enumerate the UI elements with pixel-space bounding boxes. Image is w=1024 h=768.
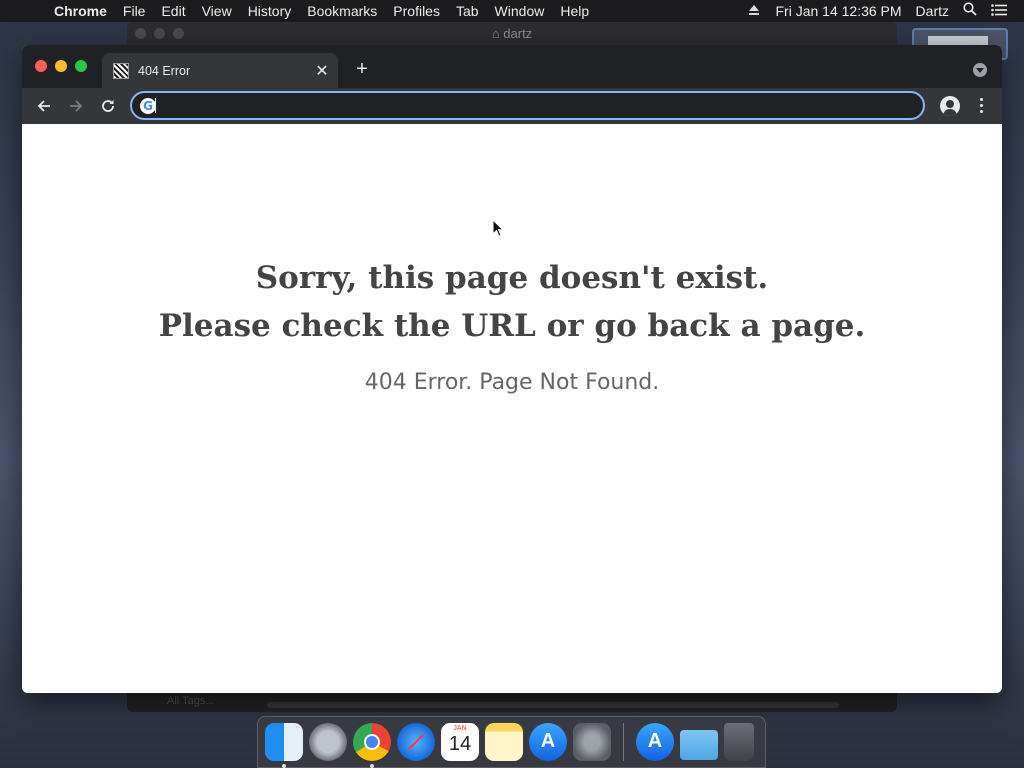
safari-icon[interactable]: [397, 723, 435, 761]
calendar-month: JAN: [453, 725, 467, 732]
user-name[interactable]: Dartz: [909, 0, 956, 22]
chrome-icon[interactable]: [353, 723, 391, 768]
error-headline-line2: Please check the URL or go back a page.: [158, 308, 866, 344]
app-store-download-icon[interactable]: A: [636, 723, 674, 761]
tab-strip: 404 Error ✕ +: [22, 45, 1002, 88]
launchpad-icon[interactable]: [309, 723, 347, 761]
menu-bar: Chrome File Edit View History Bookmarks …: [0, 0, 1024, 22]
error-subline: 404 Error. Page Not Found.: [364, 370, 660, 395]
menu-app-name[interactable]: Chrome: [46, 0, 115, 22]
more-menu-icon[interactable]: [980, 98, 984, 113]
reload-button[interactable]: [96, 94, 120, 118]
menu-window[interactable]: Window: [487, 0, 553, 22]
back-arrow-icon: [37, 100, 50, 112]
forward-arrow-icon: [70, 100, 83, 112]
notes-icon[interactable]: [485, 723, 523, 761]
favicon-icon: [113, 62, 129, 79]
trash-icon[interactable]: [724, 723, 754, 761]
notification-center-icon[interactable]: [984, 0, 1014, 22]
calendar-day: 14: [448, 733, 472, 755]
menu-help[interactable]: Help: [552, 0, 597, 22]
url-input[interactable]: [164, 96, 923, 115]
tab-active[interactable]: 404 Error ✕: [102, 53, 338, 88]
menu-tab[interactable]: Tab: [448, 0, 487, 22]
back-button[interactable]: [32, 94, 56, 118]
background-sidebar-item: All Tags...: [167, 695, 215, 707]
close-window-button[interactable]: [35, 60, 47, 72]
minimize-window-button[interactable]: [55, 60, 67, 72]
calendar-icon[interactable]: JAN 14: [441, 723, 479, 761]
menu-file[interactable]: File: [115, 0, 154, 22]
menu-history[interactable]: History: [240, 0, 300, 22]
background-scrollbar[interactable]: [267, 702, 839, 708]
eject-icon[interactable]: [748, 5, 760, 17]
page-content: Sorry, this page doesn't exist. Please c…: [22, 124, 1002, 693]
forward-button[interactable]: [64, 94, 88, 118]
profile-avatar-icon[interactable]: [940, 96, 960, 116]
browser-toolbar: G: [22, 88, 1002, 124]
background-window-title-text: dartz: [503, 26, 533, 41]
menu-edit[interactable]: Edit: [153, 0, 193, 22]
zoom-window-button[interactable]: [75, 60, 87, 72]
tab-title: 404 Error: [138, 63, 191, 78]
chrome-window: 404 Error ✕ + G Sorry, this page doesn't…: [22, 45, 1002, 693]
menu-profiles[interactable]: Profiles: [385, 0, 448, 22]
downloads-folder-icon[interactable]: [680, 730, 718, 760]
tab-search-icon[interactable]: [973, 63, 987, 77]
background-window-titlebar: ⌂ dartz: [127, 22, 897, 46]
system-preferences-icon[interactable]: [573, 723, 611, 761]
google-icon: G: [140, 97, 156, 114]
menu-view[interactable]: View: [194, 0, 240, 22]
new-tab-button[interactable]: +: [352, 59, 372, 79]
menu-bookmarks[interactable]: Bookmarks: [299, 0, 385, 22]
app-store-icon[interactable]: A: [529, 723, 567, 761]
window-controls: [35, 60, 95, 72]
home-icon: ⌂: [491, 26, 504, 41]
dock-separator: [623, 723, 624, 761]
error-headline: Sorry, this page doesn't exist. Please c…: [22, 254, 1002, 350]
spotlight-search-icon[interactable]: [956, 0, 984, 22]
clock[interactable]: Fri Jan 14 12:36 PM: [768, 0, 908, 22]
finder-icon[interactable]: [265, 723, 303, 768]
reload-icon: [102, 100, 114, 112]
background-window-title: ⌂ dartz: [127, 26, 897, 41]
text-caret: [155, 98, 156, 113]
error-headline-line1: Sorry, this page doesn't exist.: [255, 260, 769, 296]
close-tab-icon[interactable]: ✕: [312, 61, 332, 81]
address-bar[interactable]: G: [130, 91, 925, 120]
dock: JAN 14 A A: [257, 716, 766, 768]
